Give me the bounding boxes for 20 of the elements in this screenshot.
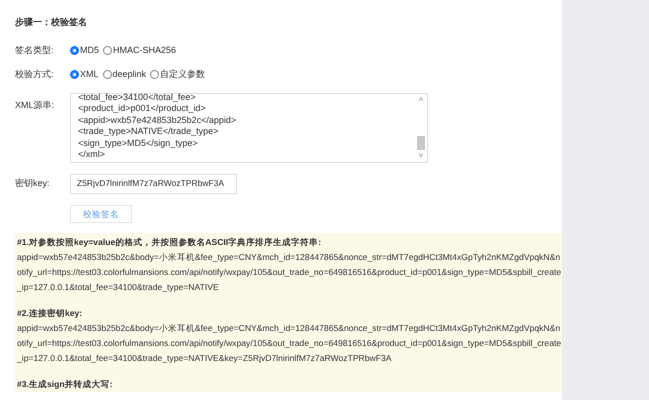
radio-option[interactable]: HMAC-SHA256 [103,44,176,57]
section-heading: #3.生成sign并转成大写: [17,378,114,392]
section-heading: #1.对参数按照key=value的格式，并按照参数名ASCII字典序排序生成字符串: [17,236,322,250]
section-heading: #2.连接密钥key: [17,307,84,320]
section-text: appid=wxb57e424853b25b2c&body=小米耳机&fee_type=CNY&mch_id=128447865&nonce_str=dMT7egdHCt3Mt4xGpTyh2nKMZgdVpqkN&notify_url=https://test03.colorfulmansions.com/api/notify/wxpay/105&out_trade_no=649816516&product_id=p001&sign_type=MD5&spbill_create_ip=127.0.0.1&total_fee=34100&trade_type=NATIVE&key=Z5RjvD7lnirinlfM7z7aRWozTPRbwF3A [17,322,562,366]
scroll-thumb[interactable] [417,136,425,150]
step-title: 步骤一：校验签名 [15,16,88,29]
section-text: appid=wxb57e424853b25b2c&body=小米耳机&fee_type=CNY&mch_id=128447865&nonce_str=dMT7egdHCt3Mt4xGpTyh2nKMZgdVpqkN&notify_url=https://test03.colorfulmansions.com/api/notify/wxpay/105&out_trade_no=649816516&product_id=p001&sign_type=MD5&spbill_create_ip=127.0.0.1&total_fee=34100&trade_type=NATIVE [17,251,562,294]
radio-option[interactable]: XML [70,68,99,82]
scroll-up-icon[interactable]: ˄ [418,94,424,106]
radio-option[interactable]: deeplink [102,68,146,82]
field-label: 签名类型: [15,44,55,56]
radio-option[interactable]: MD5 [70,44,100,57]
xml-source-field[interactable]: <total_fee>34100</total_fee> <product_id>p001</product_id> <appid>wxb57e424853b25b2c</appid> <trade_type>NATIVE</trade_type> <sign_type>MD5</sign_type> </xml> ˄ ˅ [70,92,428,162]
scroll-down-icon[interactable]: ˅ [418,150,424,162]
radio-option[interactable]: 自定义参数 [150,68,206,82]
key-field[interactable]: Z5RjvD7lnirinlfM7z7aRWozTPRbwF3A [70,174,237,194]
field-label: 校验方式: [15,68,55,81]
field-label: XML源串: [15,98,56,112]
field-label: 密钥key: [15,176,51,190]
